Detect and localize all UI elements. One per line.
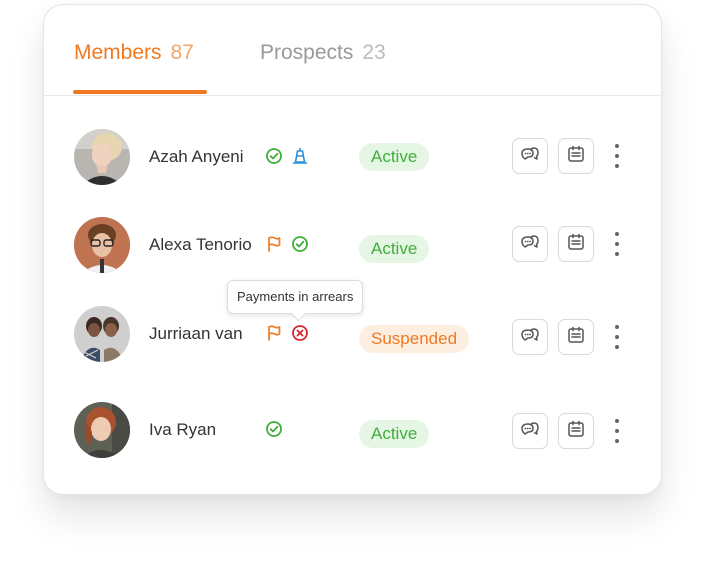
avatar — [74, 306, 130, 362]
status-badge: Suspended — [359, 325, 470, 353]
avatar — [74, 129, 130, 185]
member-row: Iva Ryan Active — [44, 395, 661, 465]
message-button[interactable] — [512, 226, 548, 262]
member-name: Jurriaan van — [149, 324, 243, 343]
active-tab-indicator — [73, 90, 207, 94]
more-options-button[interactable] — [610, 323, 624, 351]
calendar-icon — [566, 232, 586, 257]
tooltip: Payments in arrears — [227, 280, 364, 322]
flag-icon — [265, 235, 283, 253]
more-options-button[interactable] — [610, 417, 624, 445]
tab-bar: Members 87 Prospects 23 — [44, 5, 661, 96]
calendar-icon — [566, 325, 586, 350]
member-status-icons — [265, 235, 309, 253]
tab-members[interactable]: Members 87 — [74, 41, 194, 65]
tab-members-count: 87 — [170, 41, 194, 64]
message-button[interactable] — [512, 413, 548, 449]
avatar — [74, 217, 130, 273]
chat-icon — [520, 144, 540, 169]
tab-prospects-label: Prospects — [260, 41, 354, 64]
status-badge: Active — [359, 235, 430, 263]
member-status-icons — [265, 147, 309, 165]
status-badge: Active — [359, 420, 430, 448]
status-badge: Active — [359, 143, 430, 171]
member-status-icons — [265, 324, 309, 342]
schedule-button[interactable] — [558, 138, 594, 174]
schedule-button[interactable] — [558, 226, 594, 262]
schedule-button[interactable] — [558, 319, 594, 355]
chat-icon — [520, 419, 540, 444]
tab-prospects[interactable]: Prospects 23 — [260, 41, 386, 65]
member-row: Azah Anyeni Active — [44, 122, 661, 192]
more-options-button[interactable] — [610, 230, 624, 258]
message-button[interactable] — [512, 138, 548, 174]
avatar — [74, 402, 130, 458]
more-options-button[interactable] — [610, 142, 624, 170]
pyramid-icon — [291, 147, 309, 165]
member-name: Azah Anyeni — [149, 147, 244, 166]
x-circle-icon[interactable] — [291, 324, 309, 342]
check-circle-icon — [265, 147, 283, 165]
calendar-icon — [566, 419, 586, 444]
flag-icon — [265, 324, 283, 342]
chat-icon — [520, 232, 540, 257]
tab-members-label: Members — [74, 41, 162, 64]
members-card: Members 87 Prospects 23 Azah Anyeni Active… — [43, 4, 662, 495]
tooltip-text: Payments in arrears — [237, 289, 354, 304]
member-row: Alexa Tenorio Active — [44, 210, 661, 280]
check-circle-icon — [265, 420, 283, 438]
chat-icon — [520, 325, 540, 350]
member-status-icons — [265, 420, 283, 438]
check-circle-icon — [291, 235, 309, 253]
member-name: Iva Ryan — [149, 420, 217, 439]
schedule-button[interactable] — [558, 413, 594, 449]
calendar-icon — [566, 144, 586, 169]
member-name: Alexa Tenorio — [149, 235, 252, 254]
tab-prospects-count: 23 — [362, 41, 386, 64]
message-button[interactable] — [512, 319, 548, 355]
